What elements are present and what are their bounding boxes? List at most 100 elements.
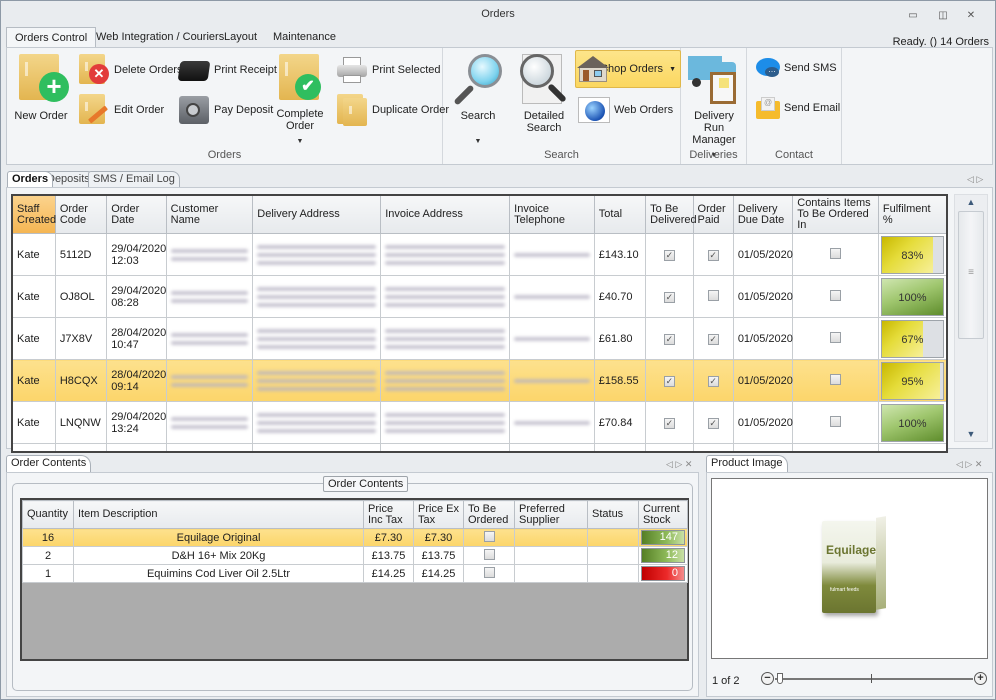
tab-web-integration[interactable]: Web Integration / Couriers <box>88 27 232 47</box>
tab-scroll-arrows[interactable]: ◁ ▷ <box>967 174 983 185</box>
contains-items-checkbox[interactable] <box>830 415 842 427</box>
complete-order-button[interactable]: ✔ Complete Order ▼ <box>275 52 325 148</box>
to-be-delivered-cell[interactable]: ✓ <box>645 359 694 402</box>
to-be-delivered-checkbox[interactable]: ✓ <box>663 417 675 429</box>
column-header-invoice-address[interactable]: Invoice Address <box>380 194 511 234</box>
duplicate-order-button[interactable]: Duplicate Order <box>335 92 449 128</box>
send-email-button[interactable]: @ Send Email <box>755 90 840 126</box>
order-row[interactable]: Kate OJ8OL 29/04/2020 08:28 £40.70 ✓ 01/05/202… <box>11 275 948 318</box>
tab-order-contents[interactable]: Order Contents <box>6 455 92 472</box>
contains-items-checkbox[interactable] <box>830 331 842 343</box>
close-button[interactable]: ✕ <box>963 9 979 23</box>
product-image-dock-controls[interactable]: ◁ ▷ ✕ <box>956 459 982 470</box>
to-be-delivered-checkbox[interactable]: ✓ <box>663 249 675 261</box>
shop-orders-button[interactable]: Shop Orders ▼ <box>575 50 681 88</box>
contains-items-cell[interactable] <box>792 359 879 402</box>
order-row[interactable]: Kate LNQNW 29/04/2020 13:24 £70.84 ✓ ✓ 01/05/20… <box>11 401 948 444</box>
order-paid-checkbox[interactable]: ✓ <box>707 417 719 429</box>
order-paid-checkbox[interactable]: ✓ <box>707 375 719 387</box>
to-be-delivered-cell[interactable]: ✓ <box>645 275 694 318</box>
to-be-ordered-checkbox[interactable] <box>483 548 495 560</box>
tab-sms-email-log[interactable]: SMS / Email Log <box>88 171 180 187</box>
web-orders-button[interactable]: Web Orders <box>577 92 673 128</box>
order-item-row[interactable]: 16 Equilage Original £7.30 £7.30 147 <box>22 528 688 547</box>
order-paid-cell[interactable]: ✓ <box>692 317 734 360</box>
order-paid-cell[interactable] <box>692 275 734 318</box>
to-be-ordered-checkbox[interactable] <box>483 530 495 542</box>
order-paid-checkbox[interactable] <box>707 289 719 301</box>
order-paid-cell[interactable]: ✓ <box>692 359 734 402</box>
image-zoom-slider[interactable]: − + <box>761 671 987 687</box>
column-header-contains-items[interactable]: Contains Items To Be Ordered In <box>792 194 879 234</box>
zoom-in-button[interactable]: + <box>974 672 987 685</box>
tab-product-image[interactable]: Product Image <box>706 455 788 472</box>
to-be-delivered-cell[interactable]: ✓ <box>645 317 694 360</box>
edit-order-button[interactable]: Edit Order <box>77 92 164 128</box>
contains-items-cell[interactable] <box>792 275 879 318</box>
column-header-order-date[interactable]: Order Date <box>106 194 167 234</box>
order-contents-dock-controls[interactable]: ◁ ▷ ✕ <box>666 459 692 470</box>
minimize-button[interactable]: ▭ <box>905 9 921 23</box>
order-paid-checkbox[interactable]: ✓ <box>707 249 719 261</box>
column-header-preferred-supplier[interactable]: Preferred Supplier <box>514 500 588 529</box>
restore-button[interactable]: ◫ <box>935 9 951 23</box>
column-header-current-stock[interactable]: Current Stock <box>638 500 688 529</box>
order-row[interactable]: Kate H8CQX 28/04/2020 09:14 £158.55 ✓ ✓ 01/05/2… <box>11 359 948 402</box>
contains-items-checkbox[interactable] <box>830 247 842 259</box>
order-row[interactable]: Kate 5112D 29/04/2020 12:03 £143.10 ✓ ✓ 01/05/2… <box>11 233 948 276</box>
new-order-button[interactable]: + New Order <box>11 52 71 122</box>
column-header-fulfilment[interactable]: Fulfilment % <box>877 194 948 234</box>
order-item-row[interactable]: 1 Equimins Cod Liver Oil 2.5Ltr £14.25 £14.… <box>22 564 688 583</box>
contains-items-cell[interactable] <box>792 317 879 360</box>
to-be-delivered-checkbox[interactable]: ✓ <box>663 375 675 387</box>
print-selected-button[interactable]: Print Selected <box>335 52 440 88</box>
delivery-run-manager-button[interactable]: Delivery Run Manager ▼ <box>683 52 745 162</box>
contains-items-checkbox[interactable] <box>830 289 842 301</box>
zoom-out-button[interactable]: − <box>761 672 774 685</box>
contains-items-cell[interactable] <box>792 233 879 276</box>
scroll-up-arrow-icon[interactable]: ▲ <box>955 197 987 207</box>
to-be-ordered-cell[interactable] <box>463 546 515 565</box>
to-be-delivered-cell[interactable]: ✓ <box>645 233 694 276</box>
column-header-item-description[interactable]: Item Description <box>73 500 364 529</box>
scroll-down-arrow-icon[interactable]: ▼ <box>955 429 987 439</box>
delete-orders-button[interactable]: ✕ Delete Orders <box>77 52 182 88</box>
order-paid-cell[interactable]: ✓ <box>692 233 734 276</box>
column-header-order-paid[interactable]: Order Paid <box>692 194 734 234</box>
order-paid-cell[interactable]: ✓ <box>692 401 734 444</box>
to-be-delivered-checkbox[interactable]: ✓ <box>663 291 675 303</box>
contains-items-cell[interactable] <box>792 401 879 444</box>
to-be-ordered-cell[interactable] <box>463 564 515 583</box>
tab-maintenance[interactable]: Maintenance <box>265 27 344 47</box>
send-sms-button[interactable]: … Send SMS <box>755 50 837 86</box>
to-be-delivered-cell[interactable]: ✓ <box>645 401 694 444</box>
slider-thumb[interactable] <box>777 673 783 684</box>
column-header-to-be-delivered[interactable]: To Be Delivered <box>645 194 697 234</box>
column-header-staff-created[interactable]: Staff Created <box>11 194 56 234</box>
column-header-order-code[interactable]: Order Code <box>54 194 108 234</box>
print-receipt-button[interactable]: Print Receipt <box>177 52 277 88</box>
column-header-price-ex-tax[interactable]: Price Ex Tax <box>413 500 464 529</box>
contains-items-checkbox[interactable] <box>830 373 842 385</box>
column-header-price-inc-tax[interactable]: Price Inc Tax <box>363 500 414 529</box>
scrollbar-thumb[interactable]: ≡ <box>958 211 984 339</box>
order-row[interactable]: Kate J7X8V 28/04/2020 10:47 £61.80 ✓ ✓ 01/05/20… <box>11 317 948 360</box>
detailed-search-button[interactable]: Detailed Search <box>511 52 577 134</box>
order-item-row[interactable]: 2 D&H 16+ Mix 20Kg £13.75 £13.75 12 <box>22 546 688 565</box>
column-header-delivery-address[interactable]: Delivery Address <box>252 194 382 234</box>
to-be-ordered-checkbox[interactable] <box>483 566 495 578</box>
to-be-ordered-cell[interactable] <box>463 528 515 547</box>
column-header-status[interactable]: Status <box>587 500 639 529</box>
column-header-invoice-telephone[interactable]: Invoice Telephone <box>509 194 595 234</box>
orders-vertical-scrollbar[interactable]: ▲ ≡ ▼ <box>954 194 988 442</box>
tab-orders-control[interactable]: Orders Control <box>6 27 97 48</box>
to-be-delivered-checkbox[interactable]: ✓ <box>663 333 675 345</box>
column-header-to-be-ordered[interactable]: To Be Ordered <box>463 500 515 529</box>
column-header-customer-name[interactable]: Customer Name <box>165 194 254 234</box>
pay-deposit-button[interactable]: Pay Deposit <box>177 92 273 128</box>
tab-layout[interactable]: Layout <box>216 27 265 47</box>
column-header-delivery-due-date[interactable]: Delivery Due Date <box>732 194 794 234</box>
order-paid-checkbox[interactable]: ✓ <box>707 333 719 345</box>
column-header-quantity[interactable]: Quantity <box>22 500 74 529</box>
column-header-total[interactable]: Total <box>593 194 647 234</box>
